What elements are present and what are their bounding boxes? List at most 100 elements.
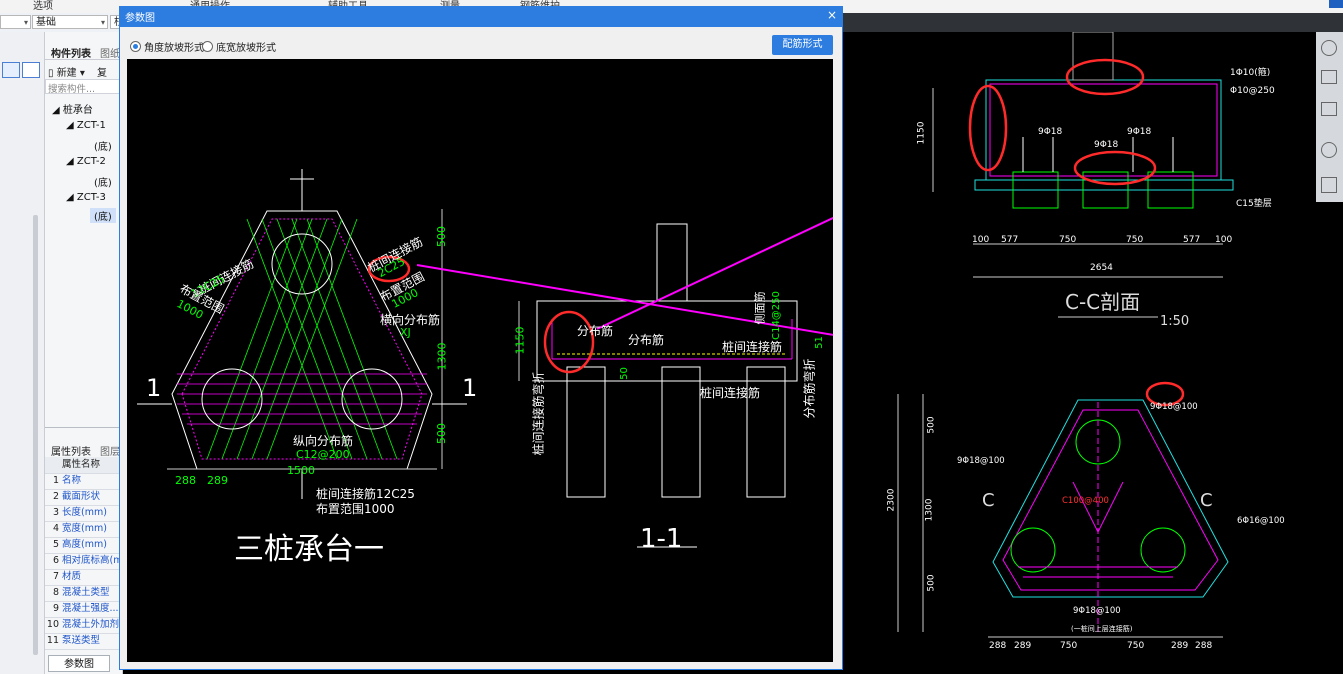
prop-row[interactable]: 10 混凝土外加剂 xyxy=(45,617,122,634)
radio-width-slope[interactable]: 底宽放坡形式 xyxy=(202,39,276,54)
prop-row[interactable]: 8 混凝土类型 xyxy=(45,585,122,602)
cc-rebar1: 1Φ10(箍) xyxy=(1230,68,1271,78)
tree-item-zct1-base[interactable]: (底) xyxy=(94,138,112,153)
sec-bend2: 分布筋弯折 xyxy=(802,358,817,419)
dim-289: 289 xyxy=(207,474,228,487)
tree-item-zct2-base[interactable]: (底) xyxy=(94,174,112,189)
prop-header: 属性名称 xyxy=(45,457,122,474)
plan-center: C100@400 xyxy=(1062,496,1109,506)
tree-item-zct2[interactable]: ◢ ZCT-2 xyxy=(66,156,106,167)
corner-blue-tab[interactable] xyxy=(1329,0,1343,8)
divider xyxy=(45,427,122,428)
prop-row[interactable]: 4 宽度(mm) xyxy=(45,521,122,538)
rebar-config-button[interactable]: 配筋形式 xyxy=(772,35,833,55)
copy-button[interactable]: 复 xyxy=(97,64,107,79)
floor-combo[interactable]: ▾ xyxy=(0,15,31,29)
section-mark-right: 1 xyxy=(462,374,478,402)
sec-connect2: 桩间连接筋 xyxy=(700,386,761,400)
view-box-icon[interactable] xyxy=(1321,70,1337,84)
radio-unchecked-icon xyxy=(202,41,213,52)
tree-item-zct3[interactable]: ◢ ZCT-3 xyxy=(66,192,106,203)
prop-row[interactable]: 9 混凝土强度... xyxy=(45,601,122,618)
sec-dist1: 分布筋 xyxy=(577,324,614,338)
list-view-icon[interactable] xyxy=(2,62,20,78)
cc-c15: C15垫层 xyxy=(1236,199,1272,209)
pile-cap-param-drawing xyxy=(137,169,833,548)
prop-row[interactable]: 7 材质 xyxy=(45,569,122,586)
plan-dim-1300: 1300 xyxy=(924,498,935,522)
divider xyxy=(45,59,122,60)
close-icon[interactable]: × xyxy=(827,8,837,22)
pile-cap-plan xyxy=(897,381,1229,638)
right-toolbar xyxy=(1316,32,1343,202)
radio-angle-slope[interactable]: 角度放坡形式 xyxy=(130,39,204,54)
chevron-down-icon: ▾ xyxy=(23,18,28,27)
tab-drawing[interactable]: 图纸 xyxy=(100,45,120,60)
prop-row[interactable]: 6 相对底标高(m xyxy=(45,553,122,570)
cc-918a: 9Φ18 xyxy=(1038,127,1063,137)
dialog-title: 参数图 xyxy=(125,13,155,24)
cc-dim-577b: 577 xyxy=(1183,235,1201,245)
tree-item-zct1[interactable]: ◢ ZCT-1 xyxy=(66,120,106,131)
lbl-long-dist: 纵向分布筋 xyxy=(293,434,354,448)
plan-title: 三桩承台一 xyxy=(234,532,384,567)
new-button[interactable]: ▯ 新建 ▾ xyxy=(48,64,85,79)
canvas-header xyxy=(843,13,1343,32)
left-scrollbar[interactable] xyxy=(33,215,38,655)
tree-item-pile-cap[interactable]: ◢ 桩承台 xyxy=(52,101,93,116)
dim-1300: 1300 xyxy=(435,342,449,371)
grid-view-icon[interactable] xyxy=(22,62,40,78)
chevron-down-icon: ▾ xyxy=(100,18,105,27)
plan-dim-2300: 2300 xyxy=(886,488,897,512)
dim-500a: 500 xyxy=(435,226,448,247)
plan-c-right: C xyxy=(1200,490,1213,511)
param-drawing-button[interactable]: 参数图 xyxy=(48,655,110,672)
view-front-icon[interactable] xyxy=(1321,102,1337,116)
dim-288: 288 xyxy=(175,474,196,487)
prop-row[interactable]: 11 泵送类型 xyxy=(45,633,122,650)
layers-icon[interactable] xyxy=(1321,177,1337,193)
plan-dim-750b: 750 xyxy=(1127,641,1145,651)
lbl-horiz-code: XJ xyxy=(400,326,411,339)
rotate-icon[interactable] xyxy=(1321,142,1337,158)
plan-dim-289b: 289 xyxy=(1171,641,1189,651)
dim-500b: 500 xyxy=(435,423,448,444)
plan-dim-500a: 500 xyxy=(926,416,937,434)
sec-bend: 桩间连接筋弯折 xyxy=(531,371,546,456)
cc-total: 2654 xyxy=(1090,263,1113,273)
section-mark-left: 1 xyxy=(146,374,162,402)
plan-dim-288b: 288 xyxy=(1195,641,1213,651)
view-toggle-column xyxy=(0,32,45,674)
plan-dim-750a: 750 xyxy=(1060,641,1078,651)
tree-item-zct3-base-selected[interactable]: (底) xyxy=(90,208,116,223)
cc-dim-100a: 100 xyxy=(972,235,990,245)
prop-row[interactable]: 1 名称 xyxy=(45,473,122,490)
sec-side: 侧面筋 xyxy=(753,291,767,325)
category-combo[interactable]: 基础 ▾ xyxy=(32,15,108,29)
dim-1500: 1500 xyxy=(287,464,315,477)
cc-title: C-C剖面 xyxy=(1065,290,1141,314)
menu-options[interactable]: 选项 xyxy=(33,0,53,12)
plan-918-100a: 9Φ18@100 xyxy=(1150,402,1198,412)
plan-616-100: 6Φ16@100 xyxy=(1237,516,1285,526)
plan-918-100c: 9Φ18@100 xyxy=(1073,606,1121,616)
cc-dim-750b: 750 xyxy=(1126,235,1144,245)
sec-side-val: C14@250 xyxy=(770,291,782,340)
search-placeholder: 搜索构件... xyxy=(48,84,96,95)
prop-row[interactable]: 2 截面形状 xyxy=(45,489,122,506)
sec-dim-51: 51 xyxy=(813,336,825,349)
prop-row[interactable]: 5 高度(mm) xyxy=(45,537,122,554)
sec-connect1: 桩间连接筋 xyxy=(722,340,783,354)
dialog-titlebar[interactable]: 参数图 × xyxy=(119,6,843,27)
orbit-icon[interactable] xyxy=(1321,40,1337,56)
plan-dim-289a: 289 xyxy=(1014,641,1032,651)
tab-layer[interactable]: 图层 xyxy=(100,443,120,458)
search-field[interactable]: 搜索构件... xyxy=(45,79,122,95)
plan-c-left: C xyxy=(982,490,995,511)
cc-918b: 9Φ18 xyxy=(1094,140,1119,150)
tab-property-list[interactable]: 属性列表 xyxy=(51,443,91,458)
cc-1150: 1150 xyxy=(916,121,927,145)
tab-component-list[interactable]: 构件列表 xyxy=(51,45,91,60)
cc-dim-577a: 577 xyxy=(1001,235,1019,245)
prop-row[interactable]: 3 长度(mm) xyxy=(45,505,122,522)
